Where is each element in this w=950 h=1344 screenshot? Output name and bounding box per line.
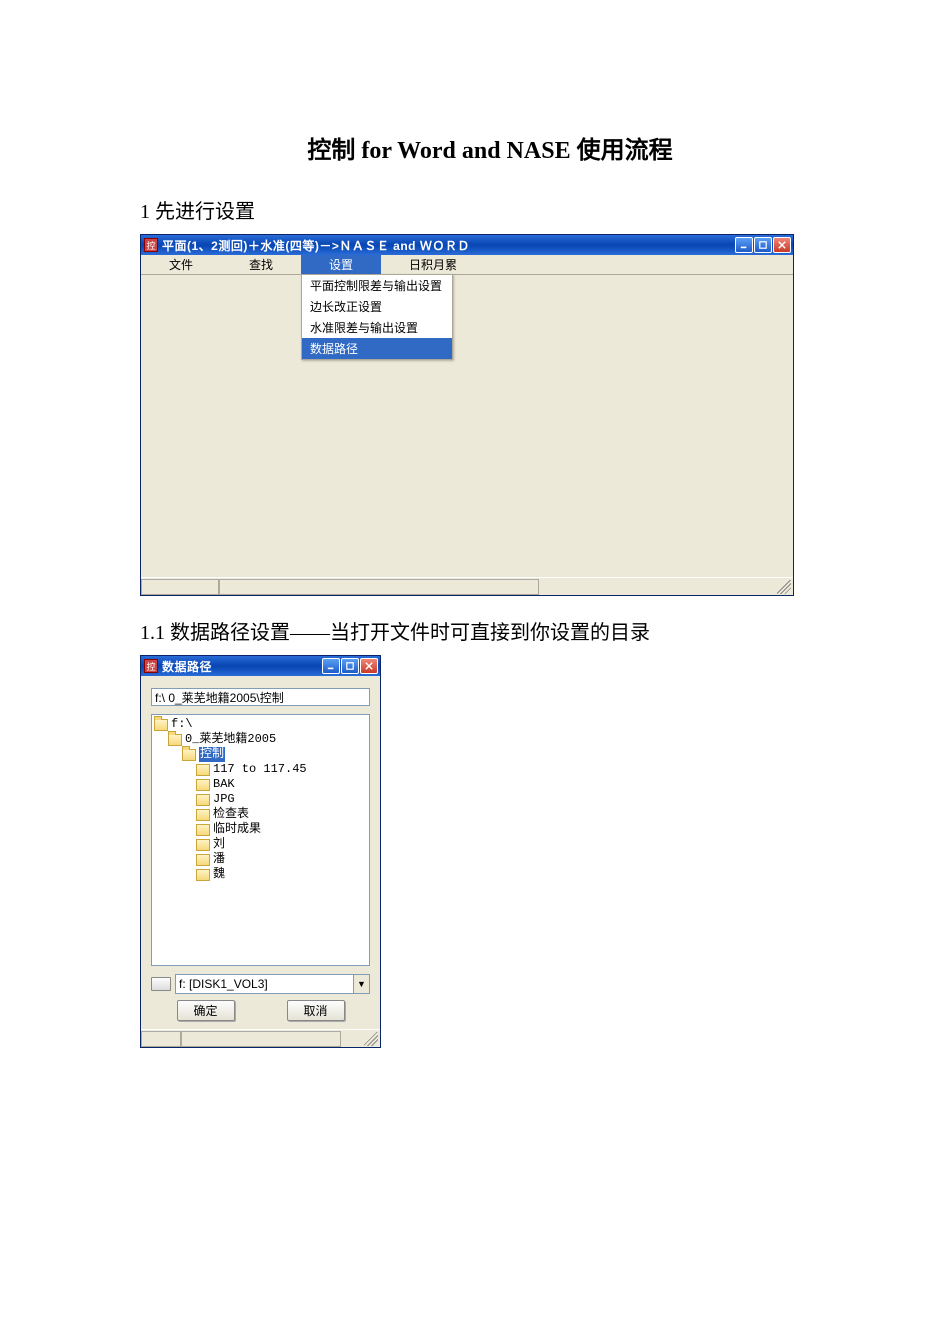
- folder-icon: [196, 764, 210, 776]
- dialog-app-icon: 控: [144, 659, 158, 673]
- folder-icon: [196, 854, 210, 866]
- app-window: 控 平面(1、2测回)＋水准(四等)－>ＮＡＳＥ and ＷＯＲＤ 文件 查找 …: [140, 234, 794, 596]
- section-1-1-heading: 1.1 数据路径设置——当打开文件时可直接到你设置的目录: [140, 616, 840, 645]
- drive-select-value: f: [DISK1_VOL3]: [179, 977, 268, 991]
- tree-node-drive[interactable]: f:\: [154, 717, 369, 732]
- tree-node[interactable]: 魏: [154, 867, 369, 882]
- folder-icon: [196, 869, 210, 881]
- dropdown-item-data-path[interactable]: 数据路径: [302, 338, 452, 359]
- app-icon: 控: [144, 238, 158, 252]
- statusbar-cell: [181, 1031, 341, 1047]
- dialog-minimize-button[interactable]: [322, 658, 340, 674]
- path-input[interactable]: [151, 688, 370, 706]
- titlebar[interactable]: 控 平面(1、2测回)＋水准(四等)－>ＮＡＳＥ and ＷＯＲＤ: [141, 235, 793, 255]
- settings-dropdown: 平面控制限差与输出设置 边长改正设置 水准限差与输出设置 数据路径: [301, 274, 453, 360]
- folder-tree[interactable]: f:\ 0_莱芜地籍2005 控制 117 to 117.45 BAK JPG …: [151, 714, 370, 966]
- dropdown-item-plane-limits[interactable]: 平面控制限差与输出设置: [302, 275, 452, 296]
- tree-node[interactable]: 临时成果: [154, 822, 369, 837]
- dialog-close-button[interactable]: [360, 658, 378, 674]
- dropdown-item-edge-correction[interactable]: 边长改正设置: [302, 296, 452, 317]
- folder-icon: [196, 839, 210, 851]
- menu-settings[interactable]: 设置 平面控制限差与输出设置 边长改正设置 水准限差与输出设置 数据路径: [301, 255, 381, 274]
- folder-icon: [196, 779, 210, 791]
- dialog-title: 数据路径: [162, 658, 322, 675]
- close-button[interactable]: [773, 237, 791, 253]
- open-folder-icon: [182, 749, 196, 761]
- dialog-titlebar[interactable]: 控 数据路径: [141, 656, 380, 676]
- drive-icon: [151, 977, 171, 991]
- dialog-maximize-button[interactable]: [341, 658, 359, 674]
- maximize-button[interactable]: [754, 237, 772, 253]
- app-client-area: [141, 275, 793, 577]
- tree-node-selected[interactable]: 控制: [154, 747, 369, 762]
- open-folder-icon: [168, 734, 182, 746]
- statusbar-cell: [219, 579, 539, 595]
- menu-settings-label: 设置: [329, 256, 353, 273]
- dropdown-item-level-limits[interactable]: 水准限差与输出设置: [302, 317, 452, 338]
- dropdown-arrow-icon[interactable]: ▼: [353, 975, 369, 993]
- resize-grip-icon[interactable]: [364, 1032, 378, 1046]
- resize-grip-icon[interactable]: [777, 580, 791, 594]
- ok-button[interactable]: 确定: [177, 1000, 235, 1021]
- menu-notes[interactable]: 日积月累: [381, 255, 485, 274]
- dialog-statusbar: [141, 1029, 380, 1047]
- drive-row: f: [DISK1_VOL3] ▼: [151, 974, 370, 994]
- minimize-button[interactable]: [735, 237, 753, 253]
- menu-file[interactable]: 文件: [141, 255, 221, 274]
- tree-node[interactable]: 刘: [154, 837, 369, 852]
- folder-icon: [196, 794, 210, 806]
- document-title: 控制 for Word and NASE 使用流程: [140, 130, 840, 165]
- cancel-button[interactable]: 取消: [287, 1000, 345, 1021]
- data-path-dialog: 控 数据路径 f:\ 0_莱芜地籍2005 控制 117 to 117.45 B…: [140, 655, 381, 1048]
- menubar: 文件 查找 设置 平面控制限差与输出设置 边长改正设置 水准限差与输出设置 数据…: [141, 255, 793, 275]
- section-1-heading: 1 先进行设置: [140, 195, 840, 224]
- folder-icon: [196, 809, 210, 821]
- folder-icon: [196, 824, 210, 836]
- tree-node[interactable]: 117 to 117.45: [154, 762, 369, 777]
- tree-node[interactable]: 潘: [154, 852, 369, 867]
- drive-select[interactable]: f: [DISK1_VOL3] ▼: [175, 974, 370, 994]
- window-title: 平面(1、2测回)＋水准(四等)－>ＮＡＳＥ and ＷＯＲＤ: [162, 237, 735, 254]
- statusbar: [141, 577, 793, 595]
- dialog-body: f:\ 0_莱芜地籍2005 控制 117 to 117.45 BAK JPG …: [141, 676, 380, 1029]
- drive-folder-icon: [154, 719, 168, 731]
- statusbar-cell: [141, 1031, 181, 1047]
- tree-node[interactable]: BAK: [154, 777, 369, 792]
- menu-find[interactable]: 查找: [221, 255, 301, 274]
- tree-node[interactable]: 检查表: [154, 807, 369, 822]
- tree-node[interactable]: JPG: [154, 792, 369, 807]
- statusbar-cell: [141, 579, 219, 595]
